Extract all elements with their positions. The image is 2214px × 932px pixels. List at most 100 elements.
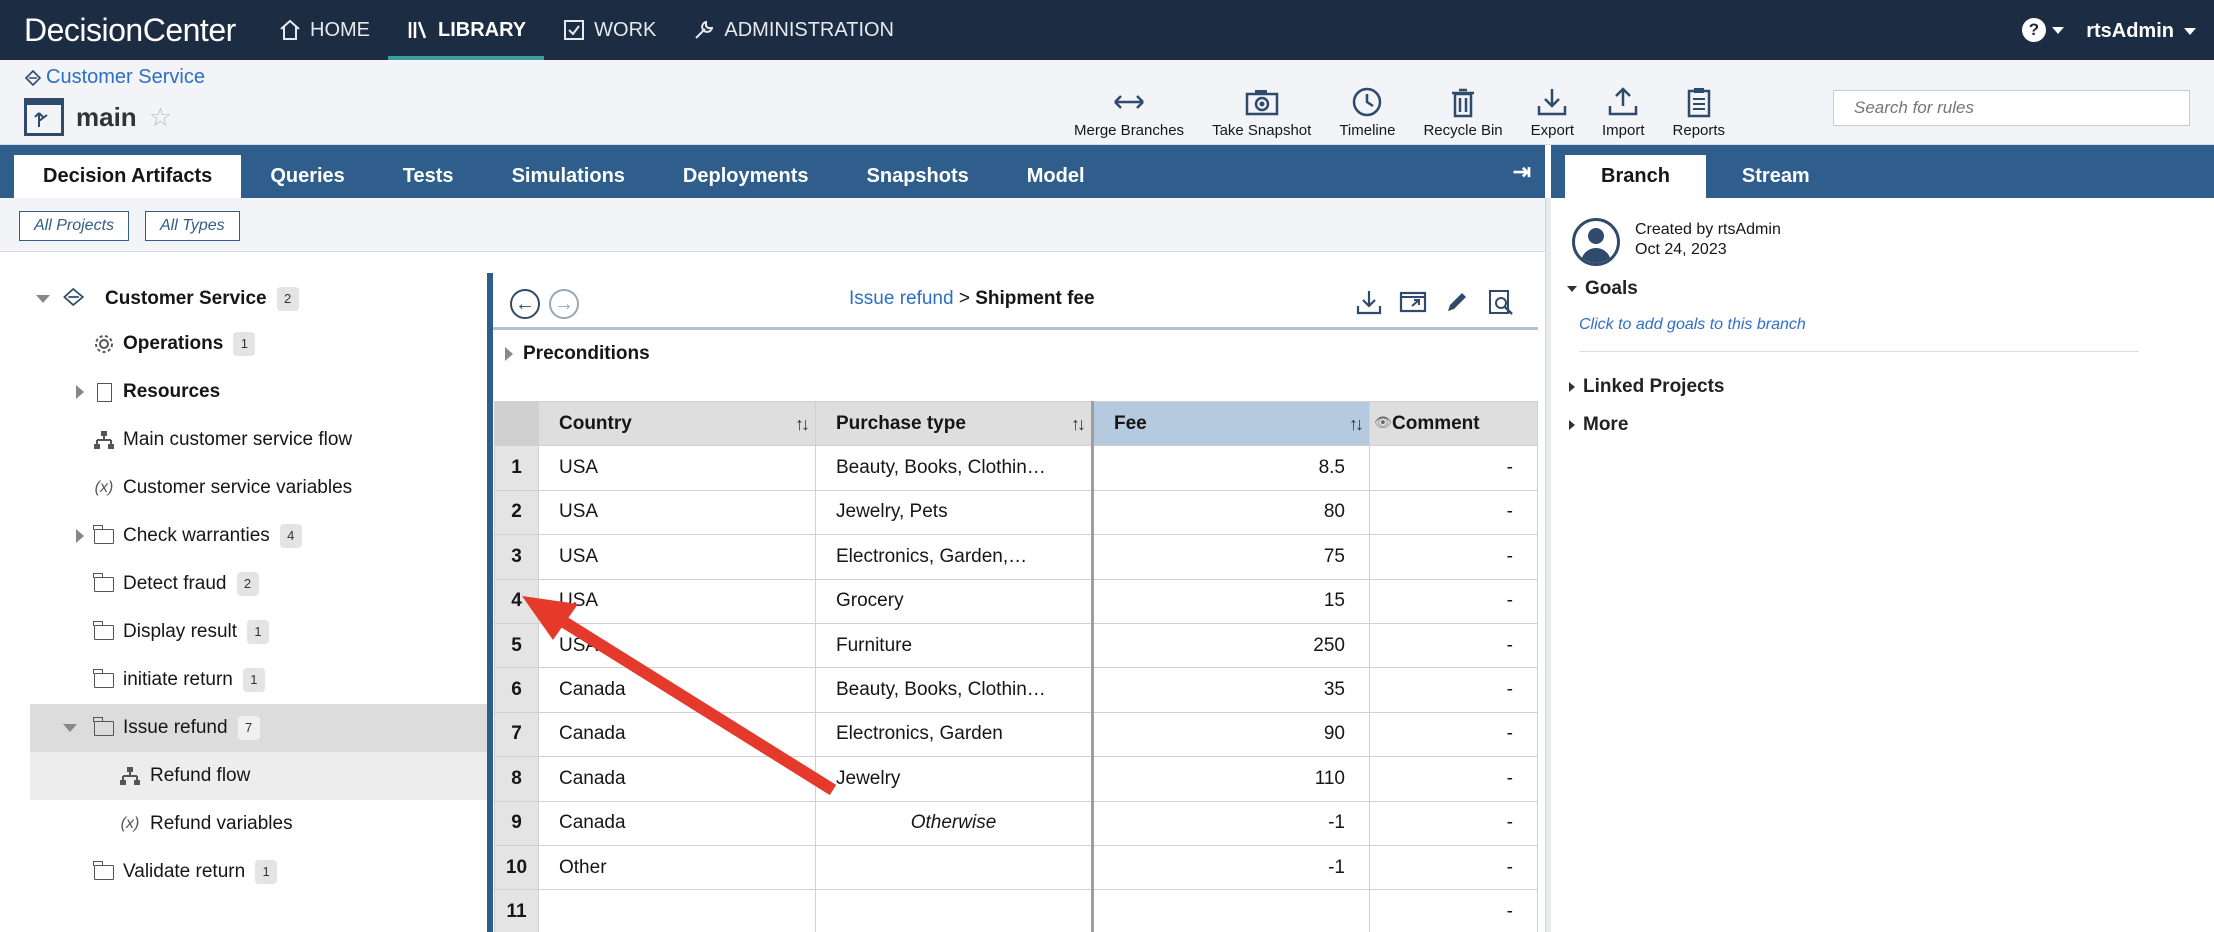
tree-item-display-result[interactable]: Display result 1 [30, 608, 488, 656]
fee-cell[interactable]: 35 [1091, 667, 1370, 713]
fee-cell[interactable]: 15 [1091, 578, 1370, 624]
export-button[interactable]: Export [1517, 86, 1588, 139]
comment-cell[interactable]: - [1369, 756, 1538, 802]
help-menu[interactable]: ? [2022, 18, 2064, 42]
purchase-type-cell[interactable]: Beauty, Books, Clothin… [815, 445, 1093, 491]
nav-home[interactable]: HOME [260, 0, 388, 60]
merge-branches-button[interactable]: Merge Branches [1060, 86, 1198, 139]
column-header-fee[interactable]: Fee ↑↓ [1091, 400, 1370, 447]
recycle-bin-button[interactable]: Recycle Bin [1409, 86, 1516, 139]
chevron-right-icon[interactable] [1569, 382, 1575, 392]
pencil-icon[interactable] [1442, 288, 1472, 316]
tab-snapshots[interactable]: Snapshots [838, 155, 998, 198]
comment-cell[interactable]: - [1369, 667, 1538, 713]
country-cell[interactable]: USA [538, 489, 816, 536]
open-window-icon[interactable] [1398, 288, 1428, 316]
tab-branch[interactable]: Branch [1565, 155, 1706, 198]
tab-model[interactable]: Model [998, 155, 1114, 198]
column-header-comment[interactable]: 👁 Comment [1369, 400, 1538, 447]
tab-deployments[interactable]: Deployments [654, 155, 838, 198]
crumb-link-issue-refund[interactable]: Issue refund [849, 288, 954, 309]
country-cell[interactable]: USA [538, 445, 816, 491]
download-icon[interactable] [1354, 288, 1384, 316]
country-cell[interactable]: USA [538, 622, 816, 669]
chevron-right-icon[interactable] [1569, 420, 1575, 430]
tree-item-variables[interactable]: (x) Customer service variables [30, 464, 488, 512]
table-row[interactable]: 11 - [494, 889, 1538, 932]
purchase-type-cell[interactable] [815, 889, 1093, 932]
fee-cell[interactable]: 110 [1091, 756, 1370, 802]
tree-item-refund-flow[interactable]: Refund flow [30, 752, 488, 800]
reports-button[interactable]: Reports [1659, 86, 1740, 139]
tree-item-detect-fraud[interactable]: Detect fraud 2 [30, 560, 488, 608]
timeline-button[interactable]: Timeline [1325, 86, 1409, 139]
fee-cell[interactable]: -1 [1091, 844, 1370, 891]
tree-root[interactable]: Customer Service 2 [30, 278, 488, 320]
country-cell[interactable]: Canada [538, 667, 816, 713]
add-goals-link[interactable]: Click to add goals to this branch [1579, 316, 1806, 334]
breadcrumb[interactable]: Customer Service [24, 66, 205, 89]
collapse-panel-icon[interactable]: ⇥ [1513, 159, 1531, 185]
country-cell[interactable] [538, 889, 816, 932]
chevron-right-icon[interactable] [505, 347, 513, 361]
purchase-type-cell[interactable]: Electronics, Garden [815, 711, 1093, 758]
fee-cell[interactable]: 80 [1091, 489, 1370, 536]
country-cell[interactable]: USA [538, 578, 816, 624]
tree-item-operations[interactable]: Operations 1 [30, 320, 488, 368]
tab-simulations[interactable]: Simulations [483, 155, 654, 198]
table-row[interactable]: 3 USA Electronics, Garden,… 75- [494, 534, 1538, 580]
tree-item-resources[interactable]: Resources [30, 368, 488, 416]
table-row[interactable]: 10 Other -1- [494, 844, 1538, 891]
sort-icon[interactable]: ↑↓ [1349, 414, 1364, 435]
purchase-type-cell[interactable]: Electronics, Garden,… [815, 534, 1093, 580]
more-section[interactable]: More [1569, 414, 1628, 436]
table-row[interactable]: 1 USA Beauty, Books, Clothin… 8.5- [494, 445, 1538, 491]
table-row[interactable]: 2 USA Jewelry, Pets 80- [494, 489, 1538, 536]
fee-cell[interactable]: 75 [1091, 534, 1370, 580]
tab-queries[interactable]: Queries [241, 155, 373, 198]
fee-cell[interactable] [1091, 889, 1370, 932]
comment-cell[interactable]: - [1369, 711, 1538, 758]
preview-icon[interactable] [1486, 288, 1516, 316]
hidden-eye-icon[interactable]: 👁 [1374, 414, 1392, 431]
column-header-purchase-type[interactable]: Purchase type ↑↓ [815, 400, 1093, 447]
goals-section[interactable]: Goals [1567, 278, 1638, 300]
purchase-type-cell[interactable]: Beauty, Books, Clothin… [815, 667, 1093, 713]
purchase-type-cell[interactable] [815, 844, 1093, 891]
tab-tests[interactable]: Tests [374, 155, 483, 198]
purchase-type-cell[interactable]: Furniture [815, 622, 1093, 669]
tab-stream[interactable]: Stream [1706, 155, 1846, 198]
sort-icon[interactable]: ↑↓ [1071, 414, 1086, 435]
purchase-type-cell[interactable]: Otherwise [815, 800, 1093, 846]
tree-item-main-flow[interactable]: Main customer service flow [30, 416, 488, 464]
import-button[interactable]: Import [1588, 86, 1659, 139]
chevron-down-icon[interactable] [63, 724, 77, 732]
table-row[interactable]: 4 USA Grocery 15- [494, 578, 1538, 624]
table-row[interactable]: 7 Canada Electronics, Garden 90- [494, 711, 1538, 758]
tree-item-issue-refund[interactable]: Issue refund 7 [30, 704, 488, 752]
purchase-type-cell[interactable]: Jewelry [815, 756, 1093, 802]
comment-cell[interactable]: - [1369, 889, 1538, 932]
country-cell[interactable]: Other [538, 844, 816, 891]
purchase-type-cell[interactable]: Jewelry, Pets [815, 489, 1093, 536]
country-cell[interactable]: USA [538, 534, 816, 580]
country-cell[interactable]: Canada [538, 800, 816, 846]
chevron-down-icon[interactable] [1567, 286, 1577, 292]
search-rules-input[interactable] [1833, 90, 2190, 126]
tree-item-refund-variables[interactable]: (x) Refund variables [30, 800, 488, 848]
table-row[interactable]: 9 Canada Otherwise -1- [494, 800, 1538, 846]
back-arrow-icon[interactable]: ← [510, 289, 540, 319]
comment-cell[interactable]: - [1369, 800, 1538, 846]
comment-cell[interactable]: - [1369, 578, 1538, 624]
fee-cell[interactable]: 250 [1091, 622, 1370, 669]
fee-cell[interactable]: 8.5 [1091, 445, 1370, 491]
column-header-country[interactable]: Country ↑↓ [538, 400, 816, 447]
fee-cell[interactable]: -1 [1091, 800, 1370, 846]
tree-item-initiate-return[interactable]: initiate return 1 [30, 656, 488, 704]
all-projects-filter[interactable]: All Projects [19, 211, 130, 241]
comment-cell[interactable]: - [1369, 622, 1538, 669]
nav-library[interactable]: LIBRARY [388, 0, 545, 60]
table-row[interactable]: 5 USA Furniture 250- [494, 622, 1538, 669]
country-cell[interactable]: Canada [538, 756, 816, 802]
tab-decision-artifacts[interactable]: Decision Artifacts [14, 155, 242, 198]
